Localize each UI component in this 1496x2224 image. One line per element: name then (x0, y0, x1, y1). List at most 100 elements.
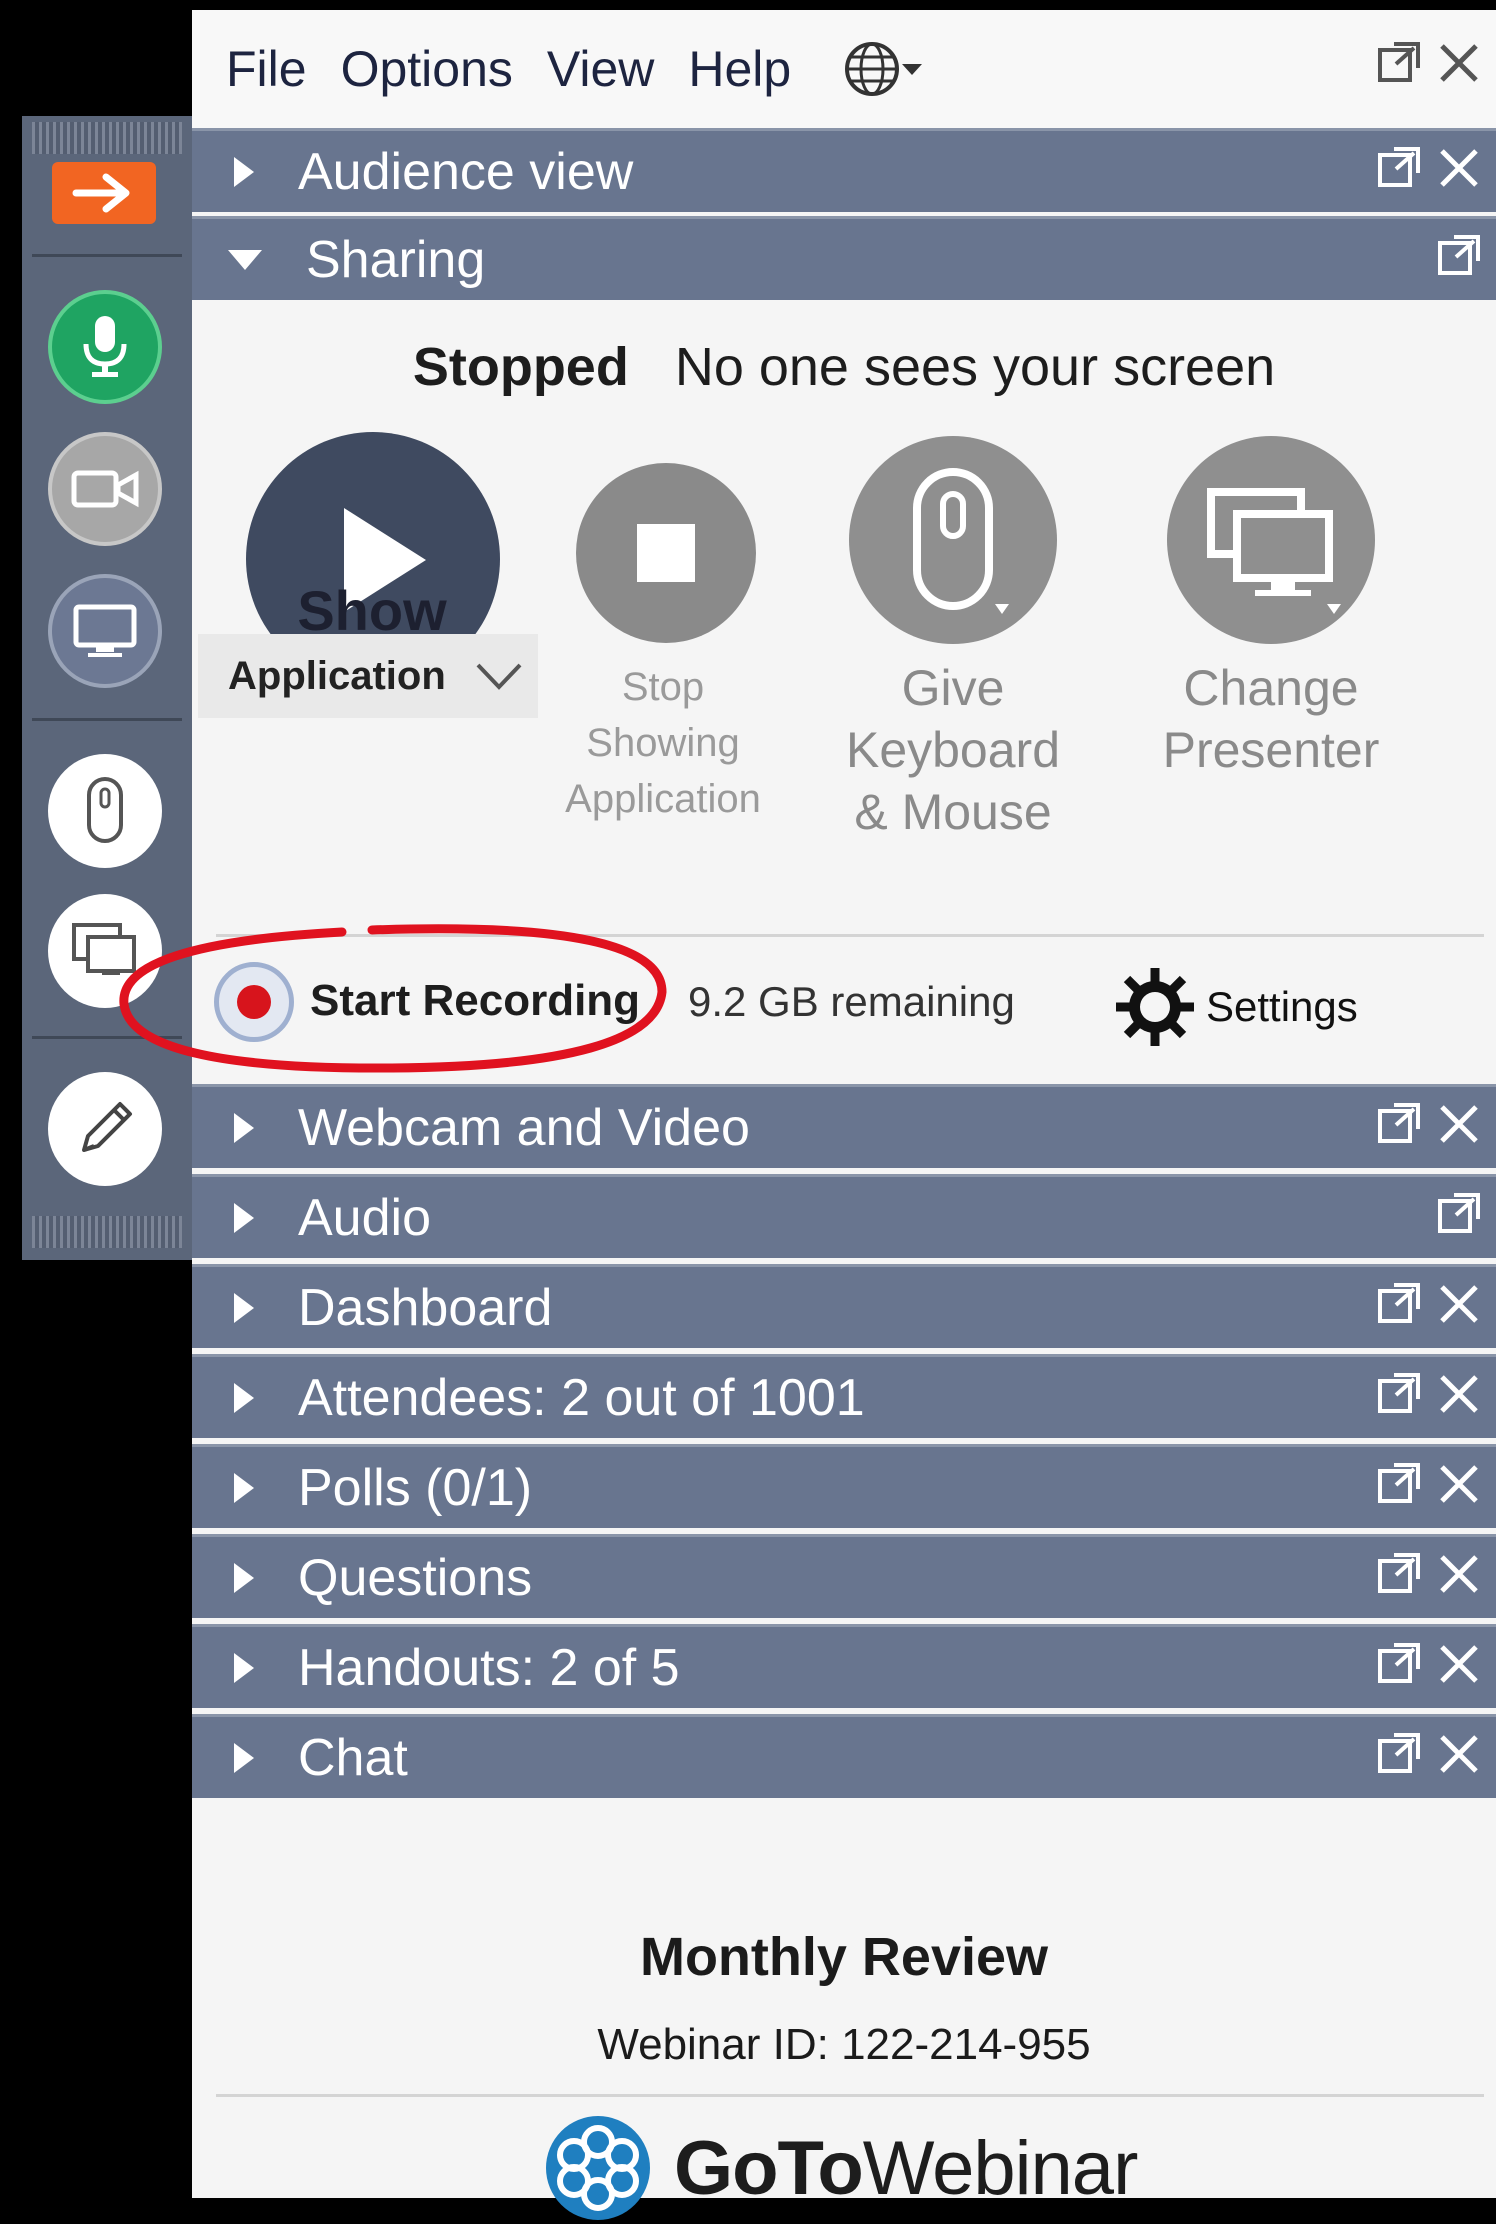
recording-settings-button[interactable]: Settings (1110, 962, 1358, 1052)
close-icon[interactable] (1436, 1551, 1482, 1597)
close-icon[interactable] (1436, 1641, 1482, 1687)
language-menu[interactable] (843, 40, 923, 98)
globe-icon (845, 42, 900, 96)
close-icon[interactable] (1436, 1101, 1482, 1147)
stop-label: Stop Showing Application (550, 659, 776, 827)
status-detail: No one sees your screen (674, 337, 1276, 397)
popout-icon[interactable] (1376, 1641, 1422, 1687)
section-questions[interactable]: Questions (192, 1534, 1496, 1618)
chevron-down-icon (476, 663, 522, 690)
expand-icon (234, 156, 254, 187)
expand-icon (234, 1472, 254, 1503)
webcam-icon (71, 470, 139, 508)
gotowebinar-logo-icon (546, 2116, 650, 2220)
webinar-title: Monthly Review (639, 1927, 1049, 1987)
control-panel: File Options View Help Audience view Sha… (119, 10, 1496, 2220)
popout-icon[interactable] (1376, 1461, 1422, 1507)
grab-tab-grip-top[interactable] (32, 122, 182, 154)
expand-icon (234, 1652, 254, 1683)
section-controls (1376, 1461, 1482, 1507)
section-handouts[interactable]: Handouts: 2 of 5 (192, 1624, 1496, 1708)
close-icon[interactable] (1436, 40, 1482, 86)
section-controls (1376, 1731, 1482, 1777)
section-polls[interactable]: Polls (0/1) (192, 1444, 1496, 1528)
section-title: Sharing (306, 230, 486, 289)
sidebar-divider (32, 254, 182, 257)
mouse-icon (87, 777, 123, 843)
section-controls (1436, 1191, 1482, 1237)
share-screen-button[interactable] (48, 574, 162, 688)
sidebar-divider (32, 718, 182, 721)
section-webcam-video[interactable]: Webcam and Video (192, 1084, 1496, 1168)
keyboard-mouse-button[interactable] (48, 754, 162, 868)
section-title: Audience view (298, 142, 634, 201)
annotation-ellipse (119, 924, 667, 1073)
section-audio[interactable]: Audio (192, 1174, 1496, 1258)
section-dashboard[interactable]: Dashboard (192, 1264, 1496, 1348)
section-attendees[interactable]: Attendees: 2 out of 1001 (192, 1354, 1496, 1438)
popout-icon[interactable] (1376, 145, 1422, 191)
change-presenter-label-line: Presenter (1162, 722, 1380, 778)
screen-icon (73, 604, 137, 657)
close-icon[interactable] (1436, 1281, 1482, 1327)
popout-icon[interactable] (1436, 233, 1482, 279)
popout-icon[interactable] (1376, 1551, 1422, 1597)
grab-tab (22, 116, 192, 1260)
arrow-right-icon (72, 173, 130, 213)
share-mode-value: Application (228, 653, 446, 698)
webcam-button[interactable] (48, 432, 162, 546)
section-title: Webcam and Video (298, 1098, 750, 1157)
recording-bar: Start Recording 9.2 GB remaining Setting… (119, 924, 1496, 1073)
presenter-icon (1167, 436, 1375, 644)
section-controls (1376, 1371, 1482, 1417)
menu-help[interactable]: Help (688, 40, 791, 98)
section-chat[interactable]: Chat (192, 1714, 1496, 1798)
logo-wordmark: GoToWebinar (674, 2125, 1138, 2212)
grab-tab-grip-bottom[interactable] (32, 1216, 182, 1248)
section-sharing[interactable]: Sharing (192, 216, 1496, 300)
chevron-down-icon (902, 64, 923, 75)
microphone-button[interactable] (48, 290, 162, 404)
share-mode-dropdown[interactable]: Application (198, 634, 538, 718)
gotowebinar-logo: GoToWebinar (542, 2112, 1138, 2224)
window-controls (1376, 40, 1482, 86)
popout-icon[interactable] (1376, 40, 1422, 86)
expand-icon (234, 1202, 254, 1233)
section-title: Questions (298, 1548, 533, 1607)
stop-showing-button[interactable]: Stop Showing Application (550, 460, 776, 827)
expand-icon (234, 1292, 254, 1323)
section-controls (1436, 233, 1482, 279)
stop-label-line: Stop (621, 665, 705, 709)
change-presenter-button[interactable]: Change Presenter (1146, 432, 1396, 781)
gear-icon (1116, 968, 1194, 1046)
storage-remaining: 9.2 GB remaining (688, 978, 1015, 1025)
section-controls (1376, 1551, 1482, 1597)
collapse-panel-button[interactable] (52, 162, 156, 224)
section-controls (1376, 1281, 1482, 1327)
popout-icon[interactable] (1376, 1101, 1422, 1147)
give-keyboard-mouse-button[interactable]: Give Keyboard & Mouse (838, 432, 1068, 843)
section-audience-view[interactable]: Audience view (192, 128, 1496, 212)
expand-icon (234, 1382, 254, 1413)
menu-view[interactable]: View (547, 40, 654, 98)
section-title: Dashboard (298, 1278, 553, 1337)
close-icon[interactable] (1436, 1371, 1482, 1417)
popout-icon[interactable] (1436, 1191, 1482, 1237)
webinar-id: Webinar ID: 122-214-955 (597, 2020, 1091, 2069)
menu-file[interactable]: File (226, 40, 307, 98)
menu-bar: File Options View Help (192, 10, 1496, 128)
stop-label-line: Application (565, 777, 761, 821)
section-title: Attendees: 2 out of 1001 (298, 1368, 865, 1427)
drawing-tools-button[interactable] (48, 1072, 162, 1186)
give-keyboard-label-line: Give (901, 660, 1005, 716)
expand-icon (234, 1112, 254, 1143)
mouse-icon (849, 436, 1057, 644)
popout-icon[interactable] (1376, 1371, 1422, 1417)
menu-options[interactable]: Options (341, 40, 513, 98)
close-icon[interactable] (1436, 145, 1482, 191)
section-title: Polls (0/1) (298, 1458, 533, 1517)
popout-icon[interactable] (1376, 1281, 1422, 1327)
popout-icon[interactable] (1376, 1731, 1422, 1777)
close-icon[interactable] (1436, 1461, 1482, 1507)
close-icon[interactable] (1436, 1731, 1482, 1777)
